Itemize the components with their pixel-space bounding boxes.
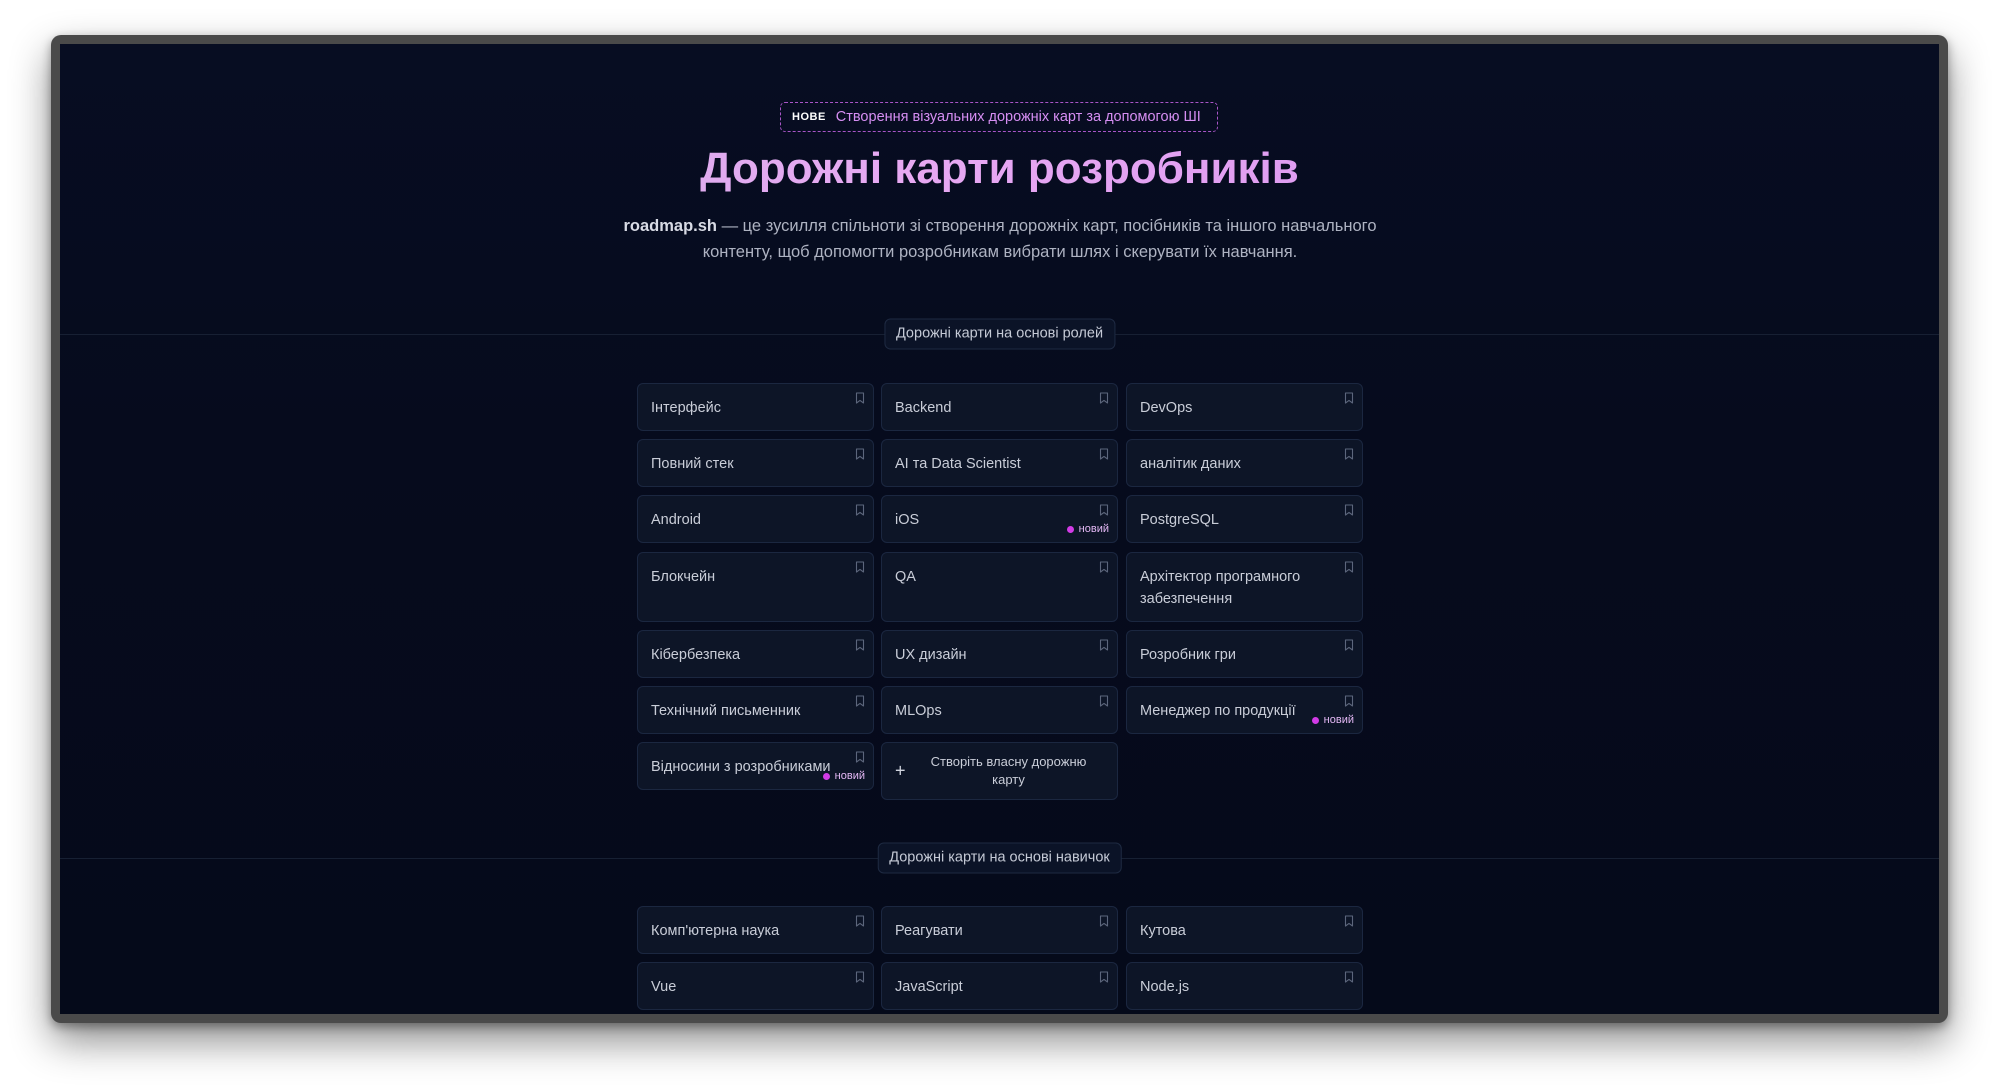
roadmap-card-label: Блокчейн (651, 569, 716, 585)
roadmap-card[interactable]: Vue (637, 962, 874, 1010)
roadmap-card[interactable]: Інтерфейс (637, 383, 874, 431)
roadmap-card-label: AI та Data Scientist (895, 456, 1021, 472)
bookmark-icon[interactable] (855, 971, 865, 983)
new-feature-badge[interactable]: НОВЕ Створення візуальних дорожніх карт … (780, 102, 1218, 132)
roadmap-card-label: UX дизайн (895, 647, 967, 663)
page-viewport: НОВЕ Створення візуальних дорожніх карт … (60, 44, 1939, 1014)
skill-section-divider: Дорожні карти на основі навичок (60, 842, 1939, 874)
roadmap-card[interactable]: аналітик даних (1126, 439, 1363, 487)
roadmap-card[interactable]: AI та Data Scientist (881, 439, 1118, 487)
bookmark-icon[interactable] (855, 695, 865, 707)
new-badge-text: новий (1078, 523, 1109, 535)
bookmark-icon[interactable] (855, 915, 865, 927)
bookmark-icon[interactable] (1099, 504, 1109, 516)
roadmap-card[interactable]: UX дизайн (881, 630, 1118, 678)
roadmap-card[interactable]: Архітектор програмного забезпечення (1126, 552, 1363, 622)
roadmap-card-label: аналітик даних (1140, 456, 1241, 472)
create-roadmap-button[interactable]: + Створіть власну дорожню карту (881, 742, 1118, 800)
bookmark-icon[interactable] (1099, 448, 1109, 460)
create-roadmap-label: Створіть власну дорожню карту (930, 754, 1087, 787)
roadmap-card[interactable]: Комп'ютерна наука (637, 906, 874, 954)
bookmark-icon[interactable] (855, 751, 865, 763)
roadmap-card-label: Реагувати (895, 923, 963, 939)
role-section-label: Дорожні карти на основі ролей (883, 318, 1116, 350)
new-dot-icon (1311, 716, 1319, 724)
roadmap-card[interactable]: Технічний письменник (637, 686, 874, 734)
brand-name: roadmap.sh (623, 217, 717, 235)
browser-window: НОВЕ Створення візуальних дорожніх карт … (51, 35, 1948, 1023)
roadmap-card[interactable]: iOS новий (881, 495, 1118, 543)
role-section-divider: Дорожні карти на основі ролей (60, 318, 1939, 350)
bookmark-icon[interactable] (1099, 695, 1109, 707)
roadmap-card[interactable]: JavaScript (881, 962, 1118, 1010)
roadmap-card-label: Інтерфейс (651, 400, 721, 416)
new-dot-icon (822, 772, 830, 780)
bookmark-icon[interactable] (1344, 504, 1354, 516)
roadmap-card-label: Повний стек (651, 456, 734, 472)
bookmark-icon[interactable] (1099, 971, 1109, 983)
roadmap-card-label: PostgreSQL (1140, 512, 1219, 528)
roadmap-card[interactable]: Android (637, 495, 874, 543)
roadmap-card-label: Кутова (1140, 923, 1186, 939)
new-badge-text: новий (834, 770, 865, 782)
new-badge-text: новий (1323, 714, 1354, 726)
roadmap-card-label: Архітектор програмного забезпечення (1140, 569, 1301, 607)
bookmark-icon[interactable] (1344, 971, 1354, 983)
bookmark-icon[interactable] (855, 504, 865, 516)
roadmap-card[interactable]: QA (881, 552, 1118, 622)
roadmap-card-label: Комп'ютерна наука (651, 923, 780, 939)
roadmap-card-label: Node.js (1140, 979, 1190, 995)
roadmap-card-label: Backend (895, 400, 952, 416)
new-feature-link-text: Створення візуальних дорожніх карт за до… (835, 109, 1201, 125)
bookmark-icon[interactable] (1099, 392, 1109, 404)
roadmap-card[interactable]: Кібербезпека (637, 630, 874, 678)
new-badge: новий (1066, 523, 1109, 535)
bookmark-icon[interactable] (1344, 392, 1354, 404)
roadmap-card-label: DevOps (1140, 400, 1193, 416)
page-description: roadmap.sh — це зусилля спільноти зі ств… (620, 213, 1380, 265)
roadmap-card-label: Android (651, 512, 701, 528)
bookmark-icon[interactable] (855, 561, 865, 573)
roadmap-card[interactable]: Розробник гри (1126, 630, 1363, 678)
bookmark-icon[interactable] (1099, 561, 1109, 573)
bookmark-icon[interactable] (855, 639, 865, 651)
page-title: Дорожні карти розробників (60, 144, 1939, 194)
roadmap-card[interactable]: Блокчейн (637, 552, 874, 622)
plus-icon: + (895, 760, 906, 781)
bookmark-icon[interactable] (1344, 639, 1354, 651)
bookmark-icon[interactable] (1344, 695, 1354, 707)
roadmap-card[interactable]: Відносини з розробниками новий (637, 742, 874, 790)
roadmap-card[interactable]: Реагувати (881, 906, 1118, 954)
roadmap-card[interactable]: Менеджер по продукції новий (1126, 686, 1363, 734)
new-feature-tag: НОВЕ (792, 111, 826, 123)
roadmap-card-label: JavaScript (895, 979, 963, 995)
new-dot-icon (1066, 525, 1074, 533)
bookmark-icon[interactable] (855, 392, 865, 404)
roadmap-card[interactable]: PostgreSQL (1126, 495, 1363, 543)
roadmap-card-label: Технічний письменник (651, 703, 801, 719)
skill-section-label: Дорожні карти на основі навичок (877, 842, 1122, 874)
roadmap-card-label: Кібербезпека (651, 647, 741, 663)
bookmark-icon[interactable] (1344, 915, 1354, 927)
roadmap-card[interactable]: MLOps (881, 686, 1118, 734)
roadmap-card-label: Vue (651, 979, 677, 995)
new-badge: новий (822, 770, 865, 782)
roadmap-card[interactable]: Backend (881, 383, 1118, 431)
roadmap-card-label: QA (895, 569, 916, 585)
bookmark-icon[interactable] (1099, 915, 1109, 927)
bookmark-icon[interactable] (1344, 448, 1354, 460)
roadmap-card[interactable]: Node.js (1126, 962, 1363, 1010)
roadmap-card[interactable]: Повний стек (637, 439, 874, 487)
roadmap-card-label: Розробник гри (1140, 647, 1236, 663)
roadmap-card-label: MLOps (895, 703, 942, 719)
roadmap-card[interactable]: DevOps (1126, 383, 1363, 431)
new-badge: новий (1311, 714, 1354, 726)
bookmark-icon[interactable] (1344, 561, 1354, 573)
bookmark-icon[interactable] (855, 448, 865, 460)
bookmark-icon[interactable] (1099, 639, 1109, 651)
roadmap-card[interactable]: Кутова (1126, 906, 1363, 954)
description-text: — це зусилля спільноти зі створення доро… (702, 217, 1377, 261)
